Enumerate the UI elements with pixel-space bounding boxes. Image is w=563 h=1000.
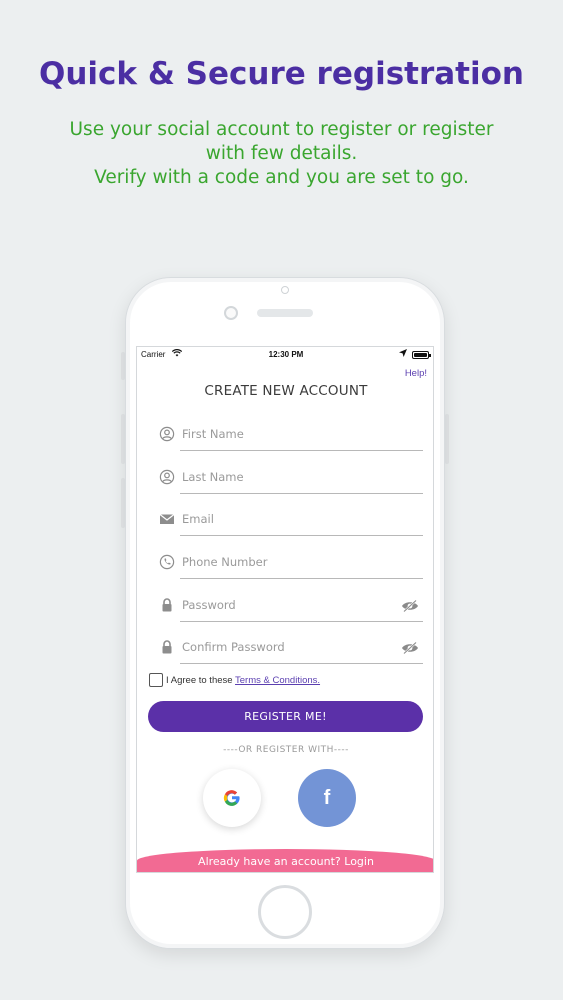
first-name-field[interactable]: First Name <box>157 417 423 451</box>
login-footer-link[interactable]: Already have an account? Login <box>137 849 433 872</box>
field-underline <box>180 450 423 451</box>
phone-input[interactable]: Phone Number <box>182 555 267 569</box>
field-underline <box>180 578 423 579</box>
password-field[interactable]: Password <box>157 588 423 622</box>
terms-agree-text: I Agree to these <box>166 675 233 686</box>
field-underline <box>180 621 423 622</box>
facebook-icon: f <box>323 787 331 809</box>
user-icon <box>159 426 175 442</box>
last-name-field[interactable]: Last Name <box>157 460 423 494</box>
first-name-input[interactable]: First Name <box>182 427 244 441</box>
promo-headline: Quick & Secure registration <box>39 56 524 92</box>
confirm-password-field[interactable]: Confirm Password <box>157 630 423 664</box>
form-title: CREATE NEW ACCOUNT <box>204 383 368 399</box>
field-underline <box>180 663 423 664</box>
last-name-input[interactable]: Last Name <box>182 470 244 484</box>
eye-off-icon[interactable] <box>401 598 419 613</box>
facebook-signin-button[interactable]: f <box>298 769 356 827</box>
email-input[interactable]: Email <box>182 512 214 526</box>
front-camera <box>224 306 238 320</box>
promo-subtext-line: Use your social account to register or r… <box>69 119 494 140</box>
phone-field[interactable]: Phone Number <box>157 545 423 579</box>
earpiece-speaker <box>257 309 313 317</box>
register-button[interactable]: REGISTER ME! <box>148 701 423 732</box>
field-underline <box>180 493 423 494</box>
location-arrow-icon <box>399 349 407 359</box>
user-icon <box>159 469 175 485</box>
status-bar: Carrier 12:30 PM <box>137 347 433 363</box>
confirm-password-input[interactable]: Confirm Password <box>182 640 285 654</box>
promo-subtext-line: with few details. <box>205 143 358 164</box>
help-link[interactable]: Help! <box>405 368 427 379</box>
clock: 12:30 PM <box>268 350 304 359</box>
promo-subtext-line: Verify with a code and you are set to go… <box>94 167 469 188</box>
google-icon <box>223 790 240 806</box>
password-input[interactable]: Password <box>182 598 236 612</box>
app-screen: Carrier 12:30 PM Help! CREATE NEW ACCOUN… <box>136 346 434 873</box>
promo-subtext: Use your social account to register or r… <box>20 118 543 190</box>
proximity-sensor <box>281 286 289 294</box>
home-button[interactable] <box>258 885 312 939</box>
or-register-with-divider: ----OR REGISTER WITH---- <box>223 745 349 755</box>
lock-icon <box>159 639 175 655</box>
terms-label: I Agree to these Terms & Conditions. <box>166 675 320 686</box>
eye-off-icon[interactable] <box>401 640 419 655</box>
phone-icon <box>159 554 175 570</box>
google-signin-button[interactable] <box>203 769 261 827</box>
phone-power-button <box>445 414 449 464</box>
battery-icon <box>412 351 431 359</box>
field-underline <box>180 535 423 536</box>
envelope-icon <box>159 511 175 527</box>
terms-link[interactable]: Terms & Conditions. <box>235 675 320 686</box>
email-field[interactable]: Email <box>157 502 423 536</box>
lock-icon <box>159 597 175 613</box>
terms-checkbox[interactable] <box>149 673 163 687</box>
